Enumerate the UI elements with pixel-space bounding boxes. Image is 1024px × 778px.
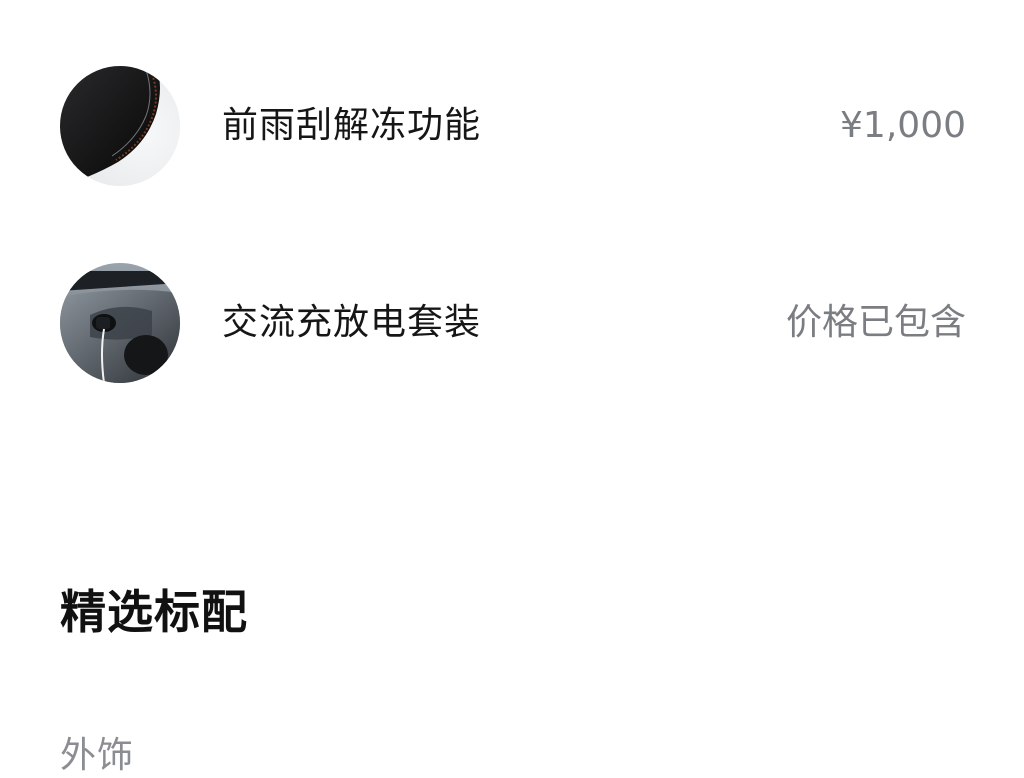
category-label-exterior[interactable]: 外饰 [60,734,134,778]
option-name: 交流充放电套装 [222,302,482,343]
ac-charging-thumbnail-icon [60,263,180,383]
option-item-ac-charging-kit[interactable]: 交流充放电套装 价格已包含 [0,263,1024,383]
option-item-wiper-defrost[interactable]: 前雨刮解冻功能 ¥1,000 [0,66,1024,186]
option-price: 价格已包含 [785,302,966,343]
section-title: 精选标配 [60,585,248,639]
wiper-defrost-thumbnail-icon [60,66,180,186]
option-name: 前雨刮解冻功能 [222,105,482,146]
option-price: ¥1,000 [840,105,966,146]
